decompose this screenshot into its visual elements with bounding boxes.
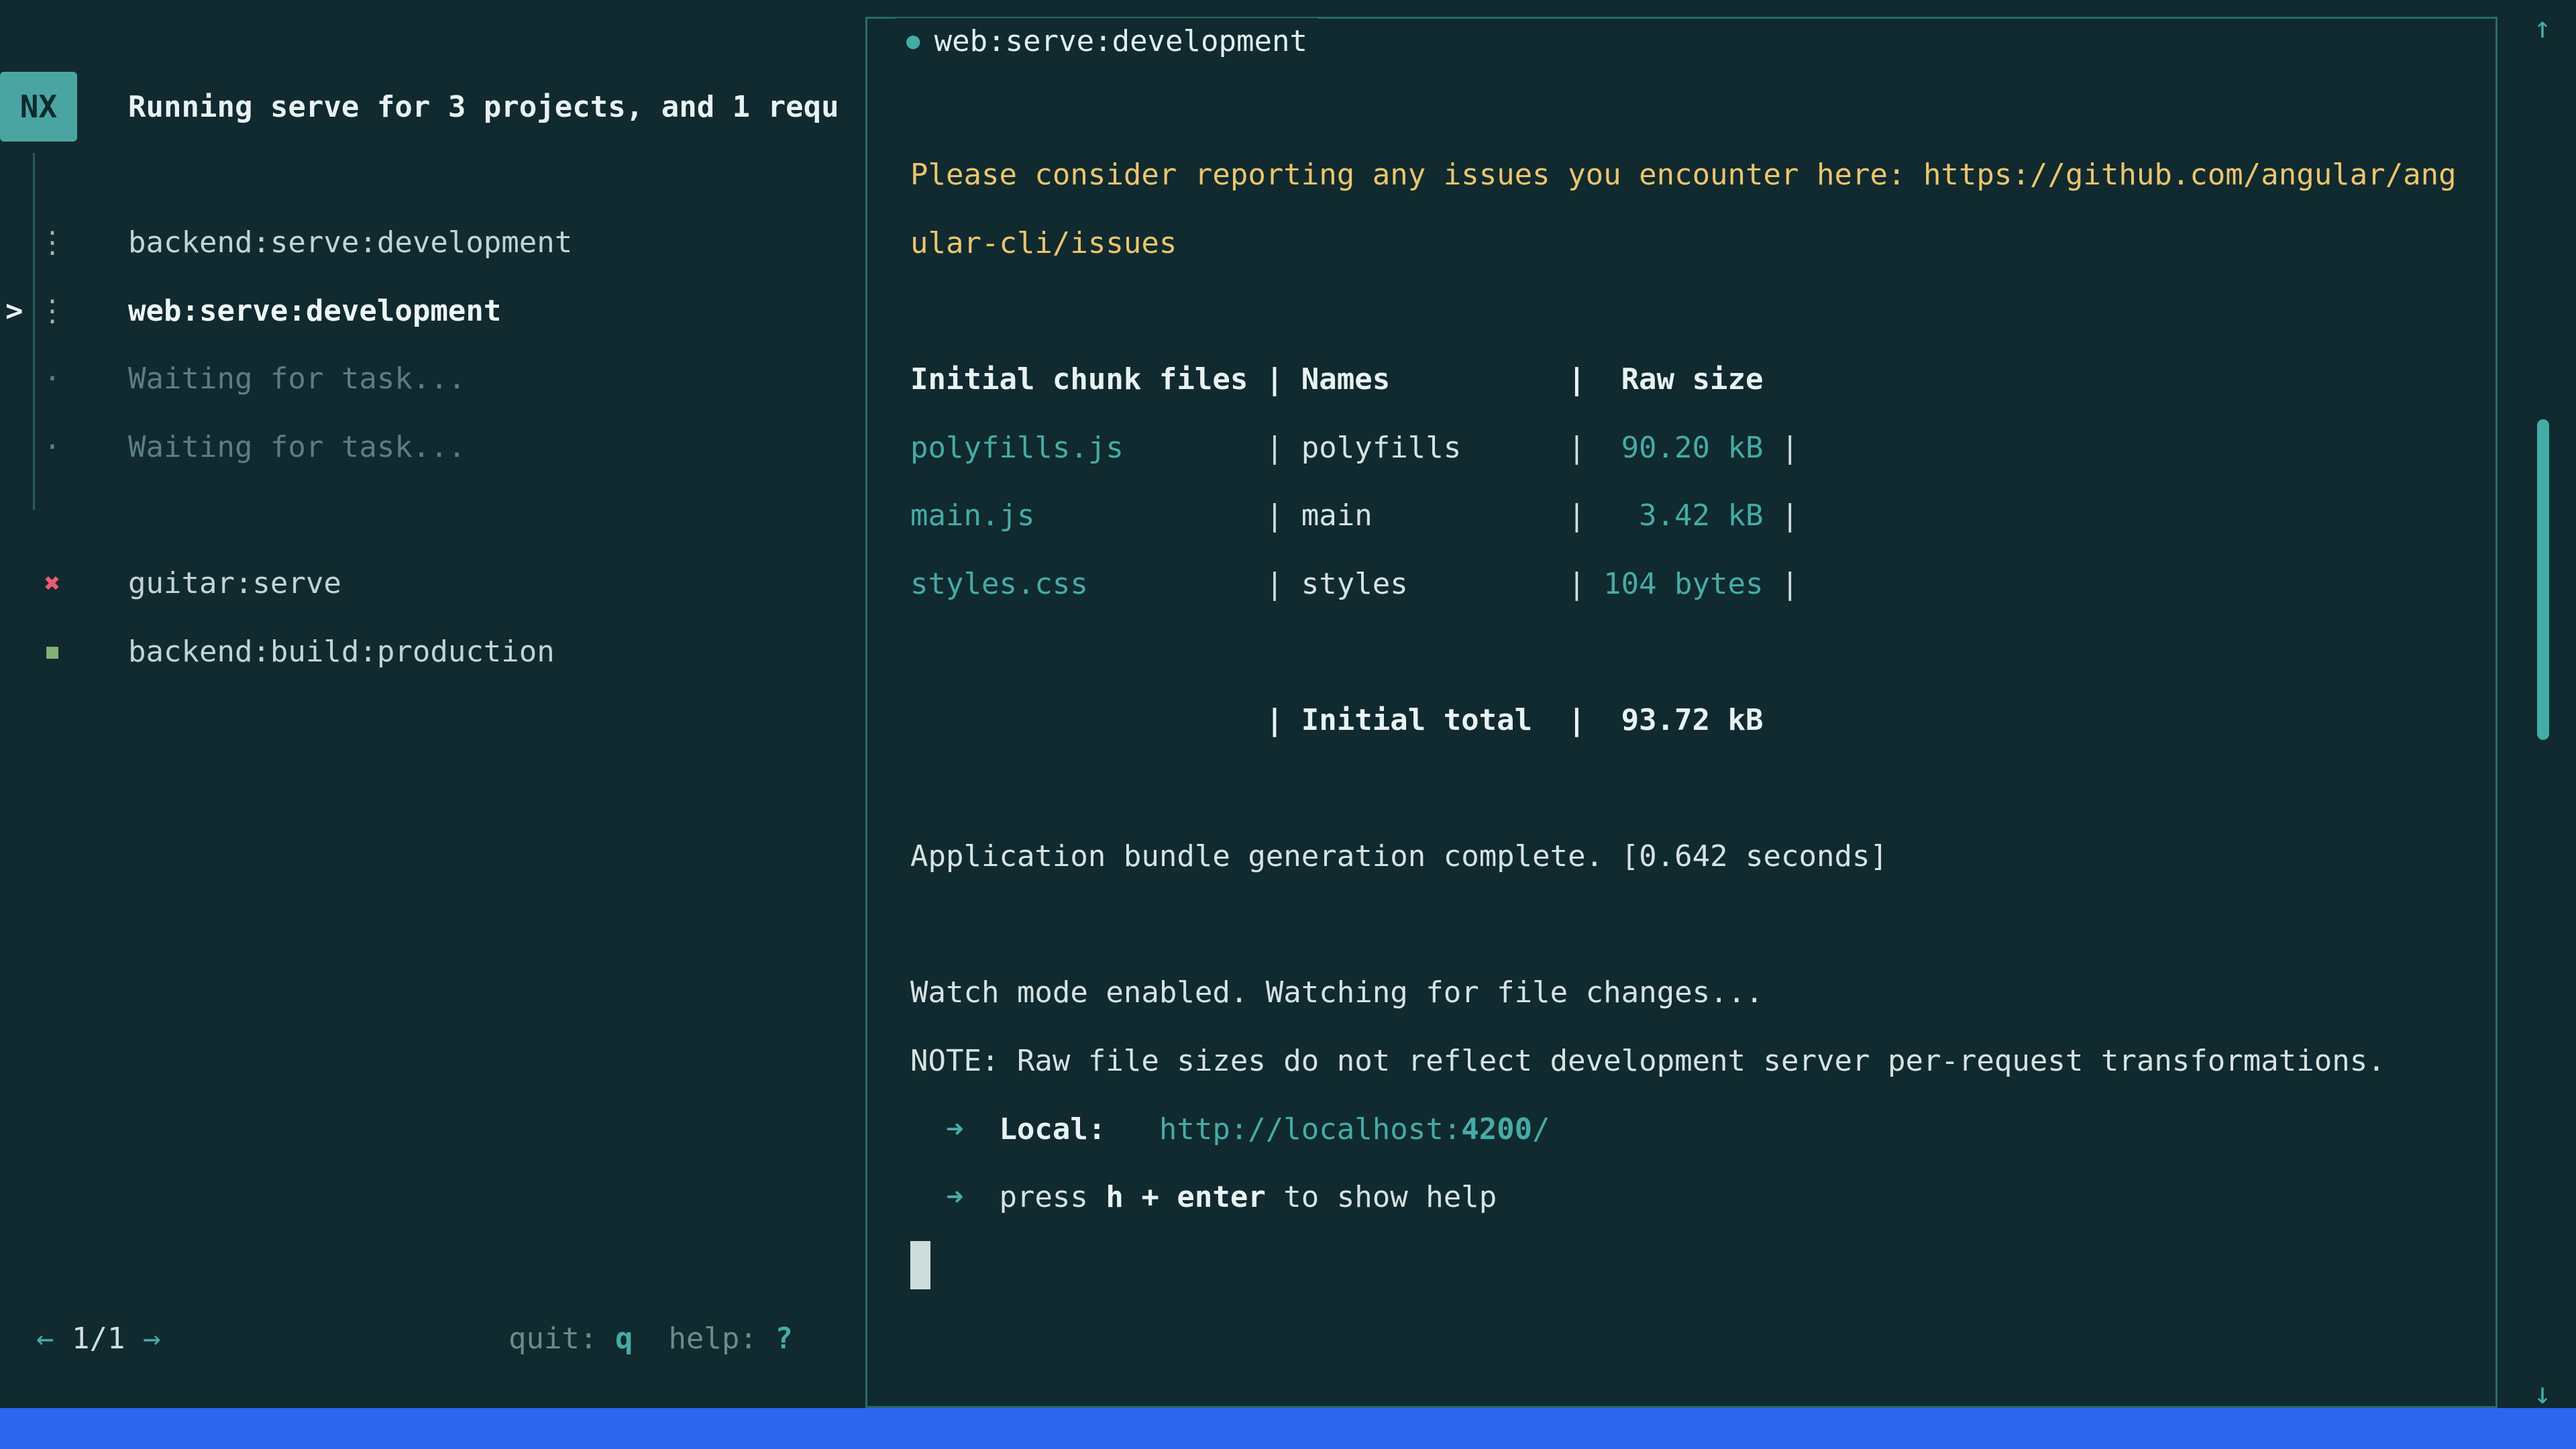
pipe: | [1568,431,1603,465]
page-next-icon[interactable]: → [143,1322,161,1356]
cursor-line [910,1232,2469,1300]
task-label: guitar:serve [128,566,341,600]
selected-caret-icon: > [5,294,23,328]
help-key: ? [775,1322,793,1356]
scroll-up-icon[interactable]: ↑ [2520,11,2565,45]
blank-row [0,481,852,549]
total-label: Initial total [1301,703,1568,737]
pipe: | [1266,431,1301,465]
chunk-file: main.js [910,498,1266,533]
arrow-icon: ➜ [946,1180,964,1214]
total-size: 93.72 kB [1603,703,1763,737]
local-url[interactable]: http://localhost:4200/ [1159,1112,1550,1146]
pipe: | [1763,431,1799,465]
scroll-down-icon[interactable]: ↓ [2520,1377,2565,1411]
hint-spacer [633,1322,668,1356]
page-indicator: 1/1 [72,1322,125,1356]
panel-title-text: web:serve:development [934,24,1307,58]
quit-key: q [615,1322,633,1356]
task-label: backend:build:production [128,635,555,669]
waiting-dot-icon: · [35,430,70,464]
blank-line [910,891,2469,959]
url-port: 4200 [1461,1112,1532,1146]
chunk-file: polyfills.js [910,431,1266,465]
notice-line-1: Please consider reporting any issues you… [910,141,2469,209]
pipe: | [1266,498,1301,533]
task-output-panel: ● web:serve:development Please consider … [865,17,2498,1408]
chunk-row: main.js|main|3.42 kB| [910,482,2469,550]
sidebar-title: Running serve for 3 projects, and 1 requ [128,72,839,142]
bottom-status-bar [0,1408,2576,1449]
pipe: | [1568,362,1603,396]
pipe: | [1266,703,1301,737]
help-line: ➜ press h + enter to show help [910,1163,2469,1232]
local-url-line: ➜ Local: http://localhost:4200/ [910,1095,2469,1163]
success-square-icon: ■ [35,640,70,663]
notice-line-2: ular-cli/issues [910,209,2469,278]
help-keys: h + enter [1106,1180,1265,1214]
error-cross-icon: ✖ [35,568,70,599]
key-hints: quit: q help: ? [508,1305,793,1373]
chunk-name: styles [1301,567,1568,601]
running-dot-icon: ● [906,28,920,54]
task-row-guitar-serve[interactable]: ✖ guitar:serve [0,549,852,618]
help-pre-text: press [999,1180,1106,1214]
pipe: | [1763,498,1799,533]
pagination: ← 1/1 → [36,1305,160,1373]
task-row-backend-serve[interactable]: ⋮ backend:serve:development [0,209,852,277]
blank-line [910,618,2469,686]
task-label: Waiting for task... [128,362,466,396]
help-hint-label: help: [668,1322,775,1356]
arrow-icon: ➜ [946,1112,964,1146]
header-size: Raw size [1603,362,1763,396]
chunk-table-header: Initial chunk files|Names|Raw size [910,345,2469,414]
pipe: | [1763,567,1799,601]
chunk-row: styles.css|styles|104 bytes| [910,550,2469,619]
task-row-web-serve[interactable]: > ⋮ web:serve:development [0,277,852,345]
page-prev-icon[interactable]: ← [36,1322,54,1356]
task-label: web:serve:development [128,294,501,328]
task-row-backend-build[interactable]: ■ backend:build:production [0,618,852,686]
chunk-file: styles.css [910,567,1266,601]
url-suffix: / [1532,1112,1550,1146]
help-post-text: to show help [1266,1180,1497,1214]
pipe: | [1266,362,1301,396]
bundle-complete-line: Application bundle generation complete. … [910,822,2469,891]
task-row-waiting-2[interactable]: · Waiting for task... [0,413,852,482]
header-names: Names [1301,362,1568,396]
panel-content: Please consider reporting any issues you… [910,141,2469,1299]
pipe: | [1568,703,1603,737]
pipe: | [1568,498,1603,533]
note-line: NOTE: Raw file sizes do not reflect deve… [910,1027,2469,1095]
waiting-dot-icon: · [35,362,70,396]
task-label: backend:serve:development [128,225,572,260]
spinner-icon: ⋮ [35,225,70,260]
pipe: | [1568,567,1603,601]
header-files: Initial chunk files [910,362,1266,396]
panel-title: ● web:serve:development [896,18,1318,64]
task-list: ⋮ backend:serve:development > ⋮ web:serv… [0,209,852,686]
chunk-size: 90.20 kB [1603,431,1763,465]
chunk-row: polyfills.js|polyfills|90.20 kB| [910,413,2469,482]
blank-line [910,754,2469,822]
spinner-icon: ⋮ [35,294,70,328]
url-prefix: http://localhost: [1159,1112,1461,1146]
chunk-size: 3.42 kB [1603,498,1763,533]
task-row-waiting-1[interactable]: · Waiting for task... [0,345,852,413]
local-label: Local: [999,1112,1106,1146]
pipe: | [1266,567,1301,601]
terminal-cursor [910,1241,930,1289]
task-label: Waiting for task... [128,430,466,464]
chunk-size: 104 bytes [1603,567,1763,601]
chunk-name: polyfills [1301,431,1568,465]
quit-hint-label: quit: [508,1322,615,1356]
scrollbar-thumb[interactable] [2537,419,2549,740]
chunk-name: main [1301,498,1568,533]
nx-logo: NX [0,72,77,142]
blank-line [910,277,2469,345]
watch-mode-line: Watch mode enabled. Watching for file ch… [910,959,2469,1027]
total-row: |Initial total|93.72 kB [910,686,2469,755]
